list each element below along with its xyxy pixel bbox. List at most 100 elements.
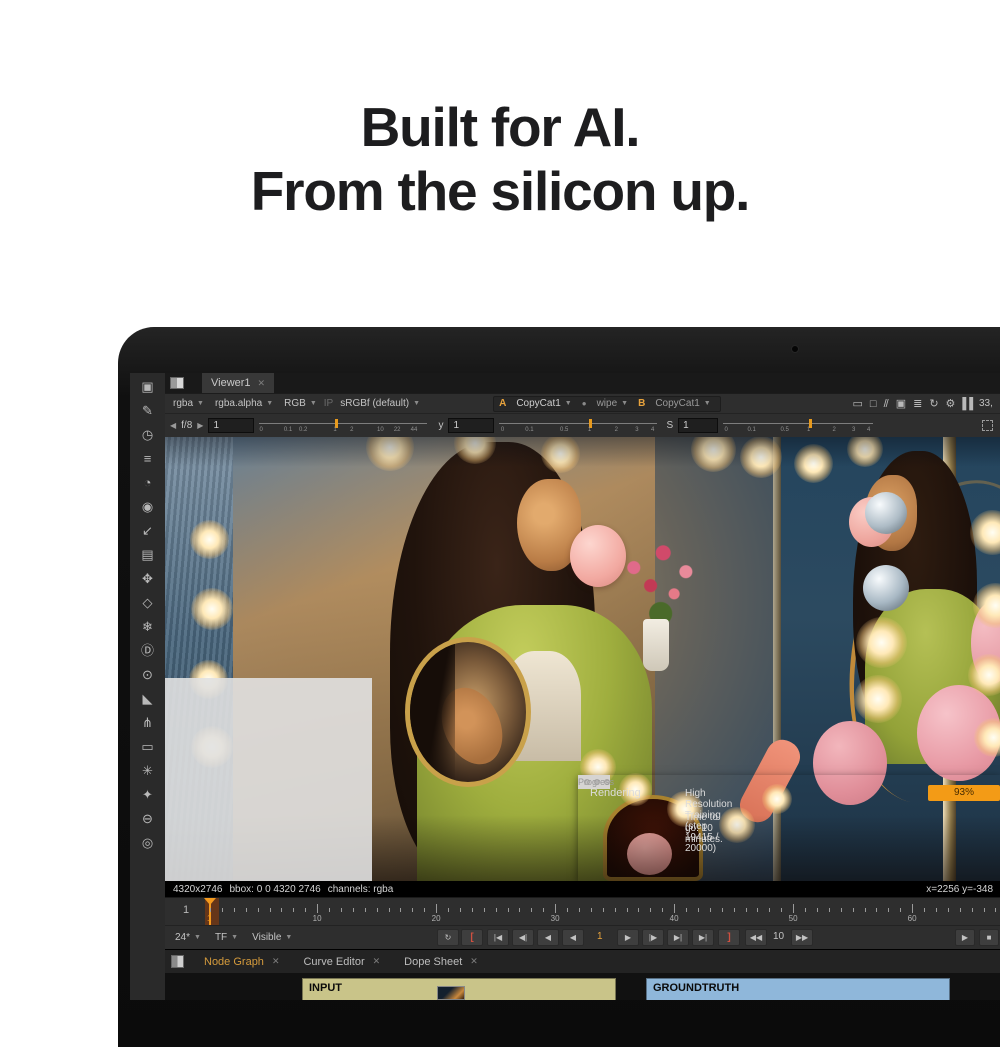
play-forward-button[interactable]: ▶ — [617, 929, 639, 946]
gain-prev-button[interactable]: ◀ — [170, 421, 176, 430]
close-icon[interactable]: ✕ — [272, 956, 280, 967]
ruler-tick — [841, 908, 842, 912]
timeline-playhead-handle[interactable] — [204, 898, 216, 905]
ruler-tick — [222, 908, 223, 912]
refresh-icon[interactable]: ↻ — [929, 397, 937, 410]
wipe-center-icon[interactable]: ● — [582, 399, 587, 408]
loop-mode-button[interactable]: ↻ — [437, 929, 459, 946]
tab-curve-editor[interactable]: Curve Editor✕ — [291, 950, 392, 974]
ruler-tick — [865, 908, 866, 912]
step-back-button[interactable]: ◀◀ — [745, 929, 767, 946]
draw-icon[interactable]: ✎ — [136, 402, 160, 419]
current-frame-field[interactable]: 1 — [597, 931, 603, 942]
s-input[interactable]: 1 — [678, 418, 718, 433]
out-point-button[interactable]: ] — [718, 929, 740, 946]
input-b-dropdown[interactable]: CopyCat1▼ — [651, 398, 714, 409]
transform-icon[interactable]: ✥ — [136, 570, 160, 587]
tab-node-graph[interactable]: Node Graph✕ — [192, 950, 291, 974]
monitor-out-icon[interactable]: ▭ — [853, 397, 862, 410]
3d-icon[interactable]: ◇ — [136, 594, 160, 611]
close-icon[interactable]: ✕ — [258, 378, 266, 389]
pane-menu-icon-2[interactable] — [171, 955, 184, 968]
tf-dropdown[interactable]: TF▼ — [211, 932, 242, 943]
channel-icon[interactable]: ≡ — [136, 450, 160, 467]
particles-icon[interactable]: ❄ — [136, 618, 160, 635]
merge-icon[interactable]: ▤ — [136, 546, 160, 563]
metadata-icon[interactable]: ◣ — [136, 690, 160, 707]
alpha-layer-dropdown[interactable]: rgba.alpha▼ — [211, 398, 277, 409]
transport-bar: 24*▼ TF▼ Visible▼ ↻[|◀◀|◀◀1▶|▶▶|▶|]◀◀10▶… — [165, 925, 1000, 949]
in-point-button[interactable]: [ — [461, 929, 483, 946]
sparkles-icon[interactable]: ✦ — [136, 786, 160, 803]
views-icon[interactable]: ⊙ — [136, 666, 160, 683]
furnace-icon[interactable]: ✳ — [136, 762, 160, 779]
input-b-letter: B — [638, 398, 645, 409]
deep-icon[interactable]: Ⓓ — [136, 642, 160, 659]
play-backward-button[interactable]: ◀ — [537, 929, 559, 946]
ruler-tick — [341, 908, 342, 912]
region-icon[interactable]: □ — [870, 398, 876, 410]
ruler-tick — [508, 908, 509, 912]
s-slider[interactable]: 00.10.51234 — [723, 417, 873, 435]
roi-icon[interactable] — [982, 420, 993, 431]
page-headline: Built for AI. From the silicon up. — [0, 96, 1000, 224]
input-process-toggle[interactable]: IP — [324, 398, 333, 409]
gamma-input[interactable]: 1 — [448, 418, 494, 433]
flipbook-play-button[interactable]: ▶ — [955, 929, 975, 946]
layers-icon[interactable]: ▣ — [896, 397, 905, 410]
next-keyframe-button[interactable]: |▶ — [642, 929, 664, 946]
ruler-tick — [853, 908, 854, 912]
target-icon[interactable]: ◎ — [136, 834, 160, 851]
frame-increment-field[interactable]: 10 — [773, 931, 784, 942]
slider-tick-label: 0.1 — [747, 427, 755, 433]
aperture-label[interactable]: f/8 — [181, 420, 192, 431]
step-backward-button[interactable]: ◀ — [562, 929, 584, 946]
ruler-tick — [924, 908, 925, 912]
gamma-slider[interactable]: 00.10.51234 — [499, 417, 657, 435]
gain-slider[interactable]: 00.10.212102244 — [259, 417, 427, 435]
viewer-canvas[interactable]: crop 1Input rgbagroundTruth rgbaoutput r… — [165, 437, 1000, 881]
viewer-node-icon[interactable]: ▣ — [136, 378, 160, 395]
pane-menu-icon[interactable] — [170, 377, 184, 389]
flipbook-stop-button[interactable]: ■ — [979, 929, 999, 946]
step-forward-button[interactable]: ▶| — [667, 929, 689, 946]
timeline-ruler[interactable]: 1 102030405060 — [165, 898, 1000, 925]
tab-dope-sheet[interactable]: Dope Sheet✕ — [392, 950, 490, 974]
ruler-tick — [531, 908, 532, 912]
other-icon[interactable]: ▭ — [136, 738, 160, 755]
gain-next-button[interactable]: ▶ — [197, 421, 203, 430]
node-graph[interactable]: INPUT GROUNDTRUTH — [165, 973, 1000, 1000]
stack-icon[interactable]: ≣ — [913, 397, 921, 410]
step-forward-button[interactable]: ▶▶ — [791, 929, 813, 946]
visibility-dropdown[interactable]: Visible▼ — [248, 932, 296, 943]
ruler-tick — [829, 908, 830, 912]
time-icon[interactable]: ◷ — [136, 426, 160, 443]
read-node-thumbnail[interactable] — [437, 986, 465, 1000]
close-icon[interactable]: ✕ — [470, 956, 478, 967]
display-channels-dropdown[interactable]: RGB▼ — [280, 398, 321, 409]
go-to-start-button[interactable]: |◀ — [487, 929, 509, 946]
viewer-lut-dropdown[interactable]: sRGBf (default)▼ — [336, 398, 424, 409]
prev-keyframe-button[interactable]: ◀| — [512, 929, 534, 946]
layer-dropdown[interactable]: rgba▼ — [169, 398, 208, 409]
gain-input[interactable]: 1 — [208, 418, 254, 433]
progress-eta: Time to go: 10 minutes. — [685, 812, 723, 845]
pause-icon[interactable]: ▌▌ — [962, 398, 976, 410]
render-icon[interactable]: ⊖ — [136, 810, 160, 827]
backdrop-groundtruth[interactable]: GROUNDTRUTH — [646, 978, 950, 1000]
wipe-dropdown[interactable]: wipe▼ — [593, 398, 633, 409]
ruler-tick — [353, 908, 354, 912]
input-a-dropdown[interactable]: CopyCat1▼ — [512, 398, 575, 409]
filter-icon[interactable]: ◉ — [136, 498, 160, 515]
fps-dropdown[interactable]: 24*▼ — [171, 932, 205, 943]
toolsets-icon[interactable]: ⋔ — [136, 714, 160, 731]
keyer-icon[interactable]: ↙ — [136, 522, 160, 539]
settings-gear-icon[interactable]: ⚙ — [946, 397, 955, 410]
color-icon[interactable]: ◔ — [136, 474, 160, 491]
ruler-tick — [722, 908, 723, 912]
close-icon[interactable]: ✕ — [373, 956, 381, 967]
zoom-level: 33, — [979, 398, 996, 409]
tab-viewer1[interactable]: Viewer1 ✕ — [202, 373, 274, 393]
go-to-end-button[interactable]: ▶| — [692, 929, 714, 946]
proxy-icon[interactable]: // — [884, 398, 888, 410]
